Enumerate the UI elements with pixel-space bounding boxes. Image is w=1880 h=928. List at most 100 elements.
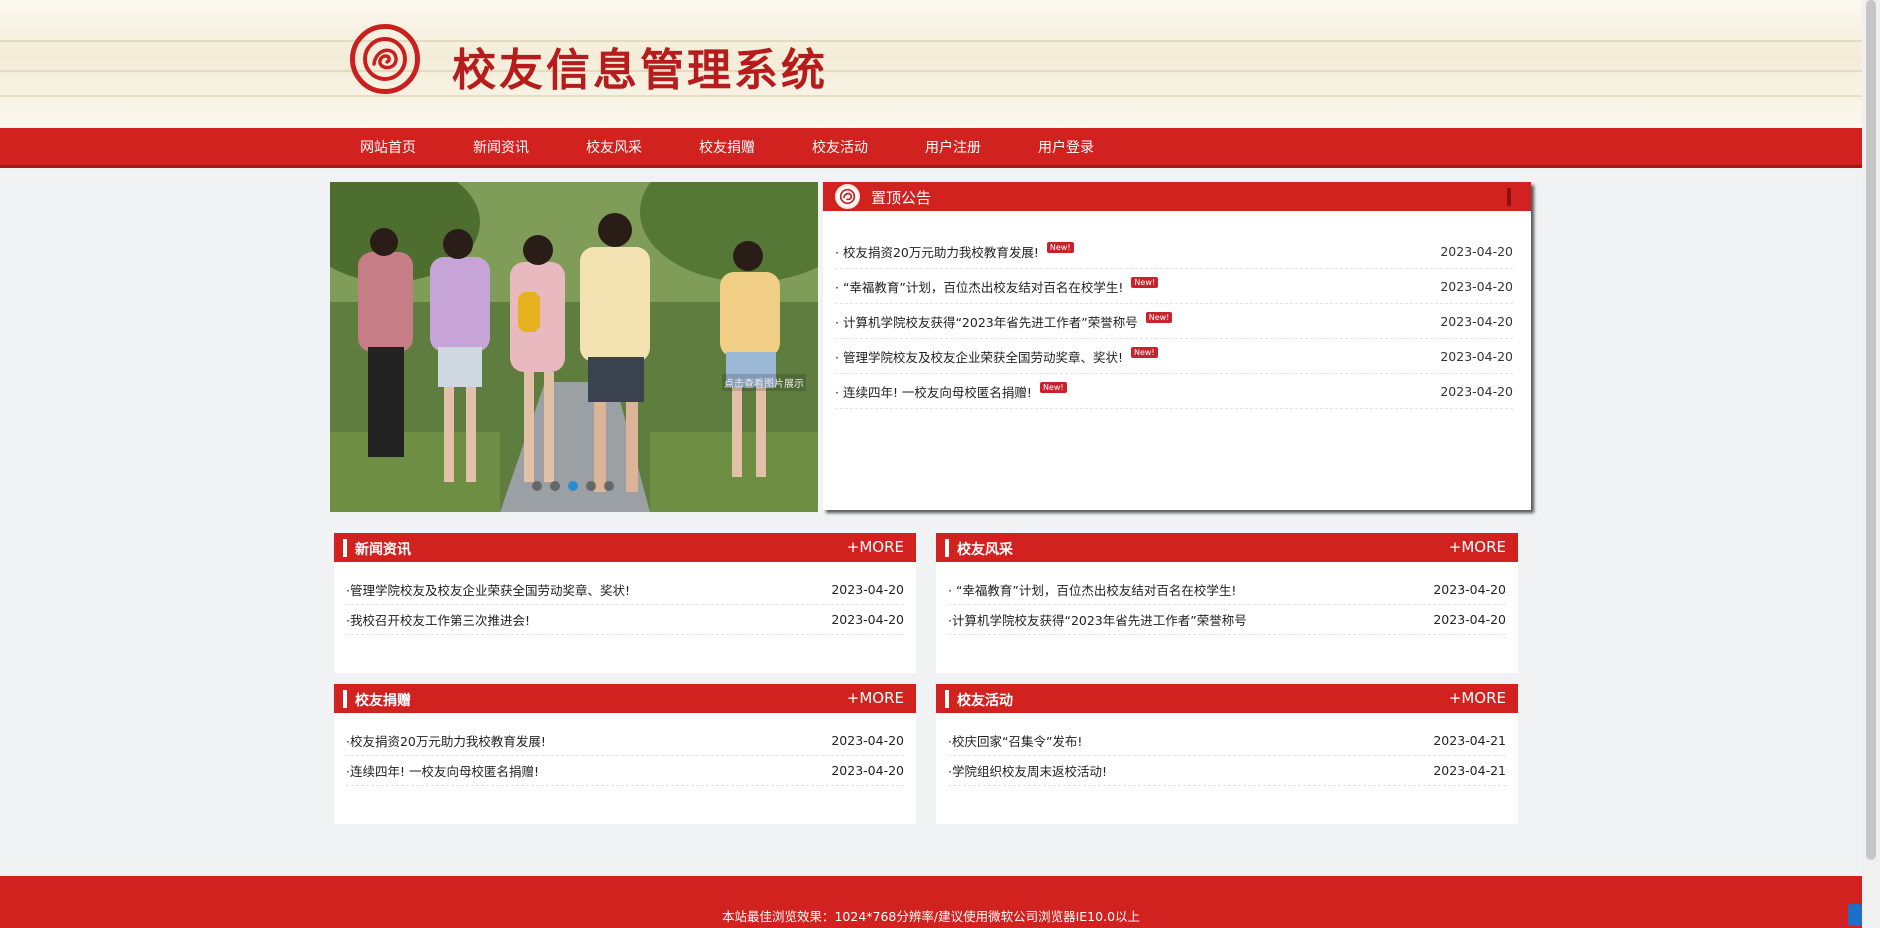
header-decoration	[0, 40, 1880, 42]
browser-icon	[1848, 904, 1862, 926]
news-link[interactable]: ·我校召开校友工作第三次推进会!	[346, 610, 530, 629]
more-link[interactable]: +MORE	[847, 538, 904, 556]
nav-login[interactable]: 用户登录	[1018, 128, 1114, 168]
header-decoration	[0, 70, 1880, 72]
header-accent-bar	[1507, 188, 1511, 206]
notice-link[interactable]: · 计算机学院校友获得“2023年省先进工作者”荣誉称号 New!	[835, 311, 1173, 331]
new-badge: New!	[1130, 346, 1158, 359]
list-item: ·连续四年! 一校友向母校匿名捐赠! 2023-04-20	[346, 756, 904, 786]
notice-link[interactable]: · 连续四年! 一校友向母校匿名捐赠! New!	[835, 381, 1067, 401]
more-link[interactable]: +MORE	[847, 689, 904, 707]
panel-title: 校友捐赠	[355, 693, 411, 709]
nav-alumni-style[interactable]: 校友风采	[566, 128, 662, 168]
list-item: ·校庆回家“召集令”发布! 2023-04-21	[948, 726, 1506, 756]
item-date: 2023-04-20	[1433, 612, 1506, 627]
nav-activity[interactable]: 校友活动	[792, 128, 888, 168]
slider-dot[interactable]	[604, 481, 614, 491]
site-title: 校友信息管理系统	[452, 45, 828, 96]
notice-link-text[interactable]: · 校友捐资20万元助力我校教育发展!	[835, 245, 1039, 260]
donation-link[interactable]: ·校友捐资20万元助力我校教育发展!	[346, 731, 546, 750]
image-slider[interactable]: 点击查看图片展示	[330, 182, 818, 512]
vertical-scrollbar[interactable]	[1862, 0, 1880, 928]
slide-image	[330, 182, 818, 512]
notice-header: 置顶公告	[823, 182, 1531, 211]
nav-donation[interactable]: 校友捐赠	[679, 128, 775, 168]
school-logo-icon[interactable]	[350, 24, 420, 94]
activity-panel: 校友活动 +MORE ·校庆回家“召集令”发布! 2023-04-21 ·学院组织…	[936, 684, 1518, 824]
new-badge: New!	[1039, 381, 1067, 394]
notice-date: 2023-04-20	[1440, 313, 1513, 329]
activity-list: ·校庆回家“召集令”发布! 2023-04-21 ·学院组织校友周末返校活动! 20…	[948, 726, 1506, 786]
notice-link[interactable]: · “幸福教育”计划，百位杰出校友结对百名在校学生! New!	[835, 276, 1159, 296]
notice-date: 2023-04-20	[1440, 383, 1513, 399]
panel-header: 校友风采 +MORE	[936, 533, 1518, 562]
item-date: 2023-04-20	[831, 763, 904, 778]
notice-title: 置顶公告	[871, 189, 932, 207]
notice-link[interactable]: · 校友捐资20万元助力我校教育发展! New!	[835, 241, 1074, 261]
new-badge: New!	[1145, 311, 1173, 324]
notice-list: · 校友捐资20万元助力我校教育发展! New! 2023-04-20 · “幸福教…	[835, 234, 1513, 409]
new-badge: New!	[1131, 276, 1159, 289]
style-link[interactable]: ·计算机学院校友获得“2023年省先进工作者”荣誉称号	[948, 610, 1247, 629]
header-decoration	[0, 95, 1880, 97]
nav-home[interactable]: 网站首页	[340, 128, 436, 168]
list-item: · 计算机学院校友获得“2023年省先进工作者”荣誉称号 New! 2023-04-…	[835, 304, 1513, 339]
school-emblem-icon	[835, 184, 860, 209]
more-link[interactable]: +MORE	[1449, 689, 1506, 707]
item-date: 2023-04-20	[1433, 582, 1506, 597]
donation-link[interactable]: ·连续四年! 一校友向母校匿名捐赠!	[346, 761, 539, 780]
notice-link-text[interactable]: · 连续四年! 一校友向母校匿名捐赠!	[835, 385, 1032, 400]
notice-link[interactable]: · 管理学院校友及校友企业荣获全国劳动奖章、奖状! New!	[835, 346, 1158, 366]
slider-dots	[532, 481, 614, 491]
item-date: 2023-04-20	[831, 612, 904, 627]
list-item: ·计算机学院校友获得“2023年省先进工作者”荣誉称号 2023-04-20	[948, 605, 1506, 635]
activity-link[interactable]: ·学院组织校友周末返校活动!	[948, 761, 1107, 780]
footer-text: 本站最佳浏览效果：1024*768分辨率/建议使用微软公司浏览器IE10.0以上	[721, 909, 1141, 924]
slide-caption[interactable]: 点击查看图片展示	[722, 374, 806, 391]
panel-title: 校友活动	[957, 693, 1013, 709]
notice-link-text[interactable]: · “幸福教育”计划，百位杰出校友结对百名在校学生!	[835, 280, 1123, 295]
notice-date: 2023-04-20	[1440, 348, 1513, 364]
panel-header: 校友捐赠 +MORE	[334, 684, 916, 713]
more-link[interactable]: +MORE	[1449, 538, 1506, 556]
item-date: 2023-04-20	[831, 733, 904, 748]
notice-link-text[interactable]: · 计算机学院校友获得“2023年省先进工作者”荣誉称号	[835, 315, 1138, 330]
donation-panel: 校友捐赠 +MORE ·校友捐资20万元助力我校教育发展! 2023-04-20 …	[334, 684, 916, 824]
notice-link-text[interactable]: · 管理学院校友及校友企业荣获全国劳动奖章、奖状!	[835, 350, 1123, 365]
list-item: · “幸福教育”计划，百位杰出校友结对百名在校学生! New! 2023-04-20	[835, 269, 1513, 304]
slider-dot[interactable]	[550, 481, 560, 491]
scrollbar-thumb[interactable]	[1866, 0, 1876, 860]
donation-list: ·校友捐资20万元助力我校教育发展! 2023-04-20 ·连续四年! 一校友向…	[346, 726, 904, 786]
notice-date: 2023-04-20	[1440, 278, 1513, 294]
slider-dot[interactable]	[532, 481, 542, 491]
panel-header: 校友活动 +MORE	[936, 684, 1518, 713]
main-nav: 网站首页 新闻资讯 校友风采 校友捐赠 校友活动 用户注册 用户登录	[0, 128, 1862, 168]
item-date: 2023-04-21	[1433, 763, 1506, 778]
list-item: ·校友捐资20万元助力我校教育发展! 2023-04-20	[346, 726, 904, 756]
site-header: 校友信息管理系统	[0, 0, 1880, 128]
header-accent-bar	[945, 539, 949, 557]
alumni-style-list: · “幸福教育”计划，百位杰出校友结对百名在校学生! 2023-04-20 ·计算…	[948, 575, 1506, 635]
panel-header: 新闻资讯 +MORE	[334, 533, 916, 562]
nav-register[interactable]: 用户注册	[905, 128, 1001, 168]
list-item: ·我校召开校友工作第三次推进会! 2023-04-20	[346, 605, 904, 635]
list-item: ·管理学院校友及校友企业荣获全国劳动奖章、奖状! 2023-04-20	[346, 575, 904, 605]
list-item: ·学院组织校友周末返校活动! 2023-04-21	[948, 756, 1506, 786]
header-accent-bar	[343, 539, 347, 557]
activity-link[interactable]: ·校庆回家“召集令”发布!	[948, 731, 1082, 750]
slider-dot[interactable]	[586, 481, 596, 491]
panel-title: 校友风采	[957, 542, 1013, 558]
item-date: 2023-04-20	[831, 582, 904, 597]
new-badge: New!	[1046, 241, 1074, 254]
news-list: ·管理学院校友及校友企业荣获全国劳动奖章、奖状! 2023-04-20 ·我校召开…	[346, 575, 904, 635]
nav-news[interactable]: 新闻资讯	[453, 128, 549, 168]
list-item: · 连续四年! 一校友向母校匿名捐赠! New! 2023-04-20	[835, 374, 1513, 409]
style-link[interactable]: · “幸福教育”计划，百位杰出校友结对百名在校学生!	[948, 580, 1236, 599]
pinned-notice-panel: 置顶公告 · 校友捐资20万元助力我校教育发展! New! 2023-04-20 ·…	[823, 182, 1531, 510]
slider-dot-active[interactable]	[568, 481, 578, 491]
header-accent-bar	[343, 690, 347, 708]
list-item: · 校友捐资20万元助力我校教育发展! New! 2023-04-20	[835, 234, 1513, 269]
news-link[interactable]: ·管理学院校友及校友企业荣获全国劳动奖章、奖状!	[346, 580, 630, 599]
site-footer: 本站最佳浏览效果：1024*768分辨率/建议使用微软公司浏览器IE10.0以上	[0, 876, 1862, 928]
alumni-style-panel: 校友风采 +MORE · “幸福教育”计划，百位杰出校友结对百名在校学生! 202…	[936, 533, 1518, 673]
